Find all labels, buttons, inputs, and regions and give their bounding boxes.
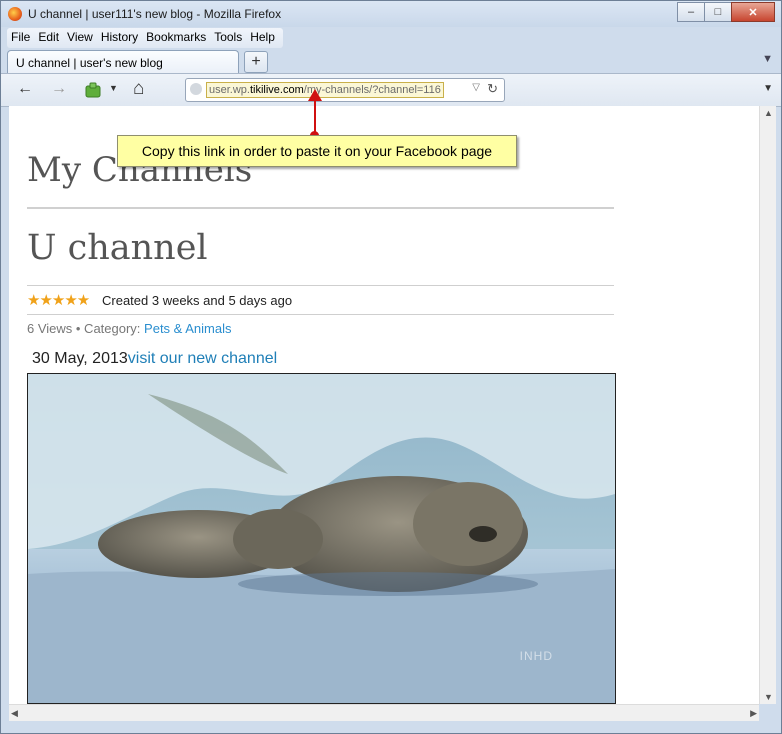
url-history-dropdown-icon[interactable]: ▽ [472, 82, 480, 93]
url-text[interactable]: user.wp.tikilive.com/my-channels/?channe… [206, 82, 444, 98]
scroll-right-icon[interactable]: ▶ [750, 708, 757, 719]
list-all-tabs-button[interactable]: ▼ [762, 53, 773, 65]
divider [27, 285, 614, 286]
url-domain: tikilive.com [249, 84, 304, 96]
created-text: Created 3 weeks and 5 days ago [102, 293, 293, 308]
post-link[interactable]: visit our new channel [128, 350, 277, 367]
new-tab-button[interactable]: + [244, 51, 268, 73]
url-prefix: user.wp. [209, 84, 250, 96]
bookmark-icon[interactable] [85, 82, 101, 98]
menu-bar: File Edit View History Bookmarks Tools H… [7, 28, 283, 48]
forward-arrow-icon[interactable]: → [51, 80, 67, 98]
views-text: 6 Views • Category: [27, 321, 145, 336]
navigation-toolbar: ← → ▼ ⌂ user.wp.tikilive.com/my-channels… [1, 73, 781, 107]
menu-help[interactable]: Help [246, 28, 279, 48]
page-content: My Channels U channel ★★★★★ Created 3 we… [9, 106, 759, 704]
bookmark-dropdown-icon[interactable]: ▼ [109, 83, 118, 93]
toolbar-menu-icon[interactable]: ▼ [763, 83, 773, 94]
back-arrow-icon[interactable]: ← [17, 80, 33, 98]
tab-active[interactable]: U channel | user's new blog [7, 50, 239, 74]
divider [27, 314, 614, 315]
category-link[interactable]: Pets & Animals [144, 321, 231, 336]
video-player[interactable]: INHD [27, 373, 616, 704]
title-bar: U channel | user111's new blog - Mozilla… [1, 1, 781, 27]
window-controls: – □ ✕ [677, 2, 775, 22]
browser-window: U channel | user111's new blog - Mozilla… [0, 0, 782, 734]
instruction-callout: Copy this link in order to paste it on y… [117, 135, 517, 167]
post-header: 30 May, 2013visit our new channel [32, 350, 277, 368]
menu-tools[interactable]: Tools [210, 28, 246, 48]
annotation-arrow [314, 97, 316, 135]
post-date: 30 May, 2013 [32, 350, 128, 367]
menu-view[interactable]: View [63, 28, 97, 48]
video-watermark: INHD [519, 649, 553, 663]
channel-title: U channel [27, 228, 208, 268]
url-path: /my-channels/?channel=116 [303, 84, 441, 96]
url-bar[interactable]: user.wp.tikilive.com/my-channels/?channe… [185, 78, 505, 102]
annotation-arrow-head-icon [308, 89, 322, 101]
site-identity-icon[interactable] [190, 83, 202, 95]
rating-stars[interactable]: ★★★★★ [27, 291, 90, 309]
close-button[interactable]: ✕ [731, 2, 775, 22]
minimize-button[interactable]: – [677, 2, 705, 22]
home-icon[interactable]: ⌂ [133, 78, 144, 100]
menu-history[interactable]: History [97, 28, 142, 48]
channel-meta: 6 Views • Category: Pets & Animals [27, 321, 231, 336]
maximize-button[interactable]: □ [704, 2, 732, 22]
horizontal-scrollbar[interactable]: ◀ ▶ [9, 704, 759, 721]
scroll-down-icon[interactable]: ▼ [764, 692, 773, 702]
tab-label: U channel | user's new blog [16, 56, 163, 70]
window-title: U channel | user111's new blog - Mozilla… [28, 7, 282, 21]
scroll-left-icon[interactable]: ◀ [11, 708, 18, 719]
reload-icon[interactable]: ↻ [487, 81, 498, 97]
firefox-logo-icon [8, 7, 22, 21]
vertical-scrollbar[interactable]: ▲ ▼ [759, 106, 776, 704]
menu-edit[interactable]: Edit [34, 28, 63, 48]
scroll-up-icon[interactable]: ▲ [764, 108, 773, 118]
divider [27, 207, 614, 209]
menu-file[interactable]: File [7, 28, 34, 48]
menu-bookmarks[interactable]: Bookmarks [142, 28, 210, 48]
tab-strip: U channel | user's new blog + ▼ [1, 49, 781, 74]
